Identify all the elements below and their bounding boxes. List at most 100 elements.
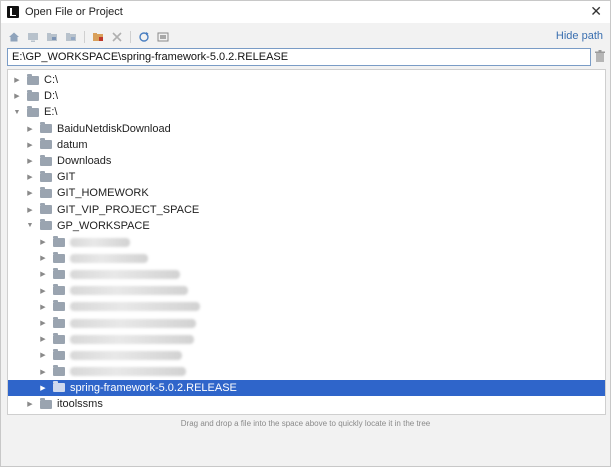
tree-row[interactable]: ▶ D:\ [8,88,605,104]
folder-icon [53,267,65,279]
folder-icon [53,348,65,360]
file-tree[interactable]: ▶ C:\ ▶ D:\ ▼ E:\ ▶ BaiduNetdiskDownload ▶ datum ▶… [7,69,606,415]
expand-right-icon[interactable]: ▶ [13,92,21,100]
expand-down-icon[interactable]: ▼ [13,108,21,116]
tree-row[interactable]: ▶ datum [8,137,605,153]
expand-right-icon[interactable]: ▶ [39,270,47,278]
folder-icon [53,284,65,296]
tree-row[interactable]: ▶MOOC_WORKSPACE [8,412,605,415]
tree-row[interactable]: ▶ [8,299,605,315]
redacted-label [70,318,196,328]
folder-icon [40,203,52,215]
expand-right-icon[interactable]: ▶ [39,384,47,392]
expand-right-icon[interactable]: ▶ [39,368,47,376]
tree-row[interactable]: ▶ GIT_VIP_PROJECT_SPACE [8,202,605,218]
home-icon[interactable] [8,31,20,43]
redacted-label [70,237,130,247]
folder-icon [53,251,65,263]
expand-right-icon[interactable]: ▶ [39,303,47,311]
hide-path-link[interactable]: Hide path [556,30,603,42]
toolbar: Hide path [1,27,610,47]
folder-icon [53,316,65,328]
tree-row[interactable]: ▶ [8,347,605,363]
folder-icon [27,73,39,85]
show-hidden-icon[interactable] [157,31,169,43]
expand-right-icon[interactable]: ▶ [39,335,47,343]
expand-right-icon[interactable]: ▶ [39,287,47,295]
tree-row[interactable]: ▶ [8,315,605,331]
expand-right-icon[interactable]: ▶ [26,157,34,165]
tree-row-label: D:\ [44,90,59,103]
expand-right-icon[interactable]: ▶ [39,319,47,327]
redacted-label [70,367,186,377]
folder-icon [27,89,39,101]
tree-row-label: spring-framework-5.0.2.RELEASE [70,381,237,394]
tree-row-label: C:\ [44,74,59,86]
expand-down-icon[interactable]: ▼ [26,222,34,230]
tree-row[interactable]: ▶ itoolssms [8,396,605,412]
close-icon[interactable]: ✕ [590,4,602,18]
folder-icon [40,138,52,150]
tree-row-label: E:\ [44,106,58,119]
tree-row-label: datum [57,138,88,151]
expand-right-icon[interactable]: ▶ [13,76,21,84]
open-file-dialog: Open File or Project ✕ Hide path E:\GP_W… [0,0,611,467]
tree-row[interactable]: ▶ GIT [8,169,605,185]
redacted-label [70,302,200,312]
tree-row[interactable]: ▶ [8,283,605,299]
tree-row[interactable]: ▼ GP_WORKSPACE [8,218,605,234]
tree-row-label: itoolssms [57,398,103,410]
tree-row[interactable]: ▼ E:\ [8,104,605,120]
expand-right-icon[interactable]: ▶ [26,206,34,214]
new-folder-icon[interactable] [92,31,104,43]
expand-right-icon[interactable]: ▶ [26,400,34,408]
tree-row-label: GP_WORKSPACE [57,219,150,232]
expand-right-icon[interactable]: ▶ [39,254,47,262]
desktop-icon[interactable] [27,31,39,43]
toolbar-separator [84,31,85,43]
expand-right-icon[interactable]: ▶ [26,141,34,149]
intellij-logo-icon [7,6,19,18]
tree-row[interactable]: ▶ GIT_HOMEWORK [8,185,605,201]
folder-icon [40,186,52,198]
tree-row[interactable]: ▶ spring-framework-5.0.2.RELEASE [8,379,605,396]
refresh-icon[interactable] [138,31,150,43]
tree-row-label: GIT [57,171,76,184]
folder-icon [53,332,65,344]
tree-row[interactable]: ▶ Downloads [8,153,605,169]
expand-right-icon[interactable]: ▶ [26,173,34,181]
expand-right-icon[interactable]: ▶ [39,238,47,246]
tree-row[interactable]: ▶ [8,250,605,266]
tree-row[interactable]: ▶ [8,234,605,250]
folder-icon [40,219,52,231]
tree-row-label: Downloads [57,155,112,167]
expand-right-icon[interactable]: ▶ [26,189,34,197]
folder-icon [53,300,65,312]
tree-row-label: BaiduNetdiskDownload [57,122,171,135]
folder-icon [40,170,52,182]
tree-row[interactable]: ▶ [8,364,605,380]
folder-icon [27,105,39,117]
folder-icon [40,154,52,166]
tree-row[interactable]: ▶ [8,331,605,347]
redacted-label [70,286,188,296]
folder-icon [53,365,65,377]
tree-row[interactable]: ▶ [8,266,605,282]
tree-row[interactable]: ▶ BaiduNetdiskDownload [8,121,605,137]
folder-icon [40,122,52,134]
redacted-label [70,253,148,263]
trash-icon[interactable] [595,50,605,63]
module-icon[interactable] [65,31,77,43]
dialog-title: Open File or Project [25,6,123,18]
delete-icon[interactable] [111,31,123,43]
expand-right-icon[interactable]: ▶ [26,125,34,133]
redacted-label [70,269,180,279]
path-input[interactable] [7,48,591,66]
expand-right-icon[interactable]: ▶ [39,351,47,359]
project-icon[interactable] [46,31,58,43]
tree-row-label: MOOC_WORKSPACE [57,414,168,415]
tree-row[interactable]: ▶ C:\ [8,72,605,88]
drag-drop-hint: Drag and drop a file into the space abov… [180,419,431,428]
redacted-label [70,350,182,360]
folder-icon [53,235,65,247]
